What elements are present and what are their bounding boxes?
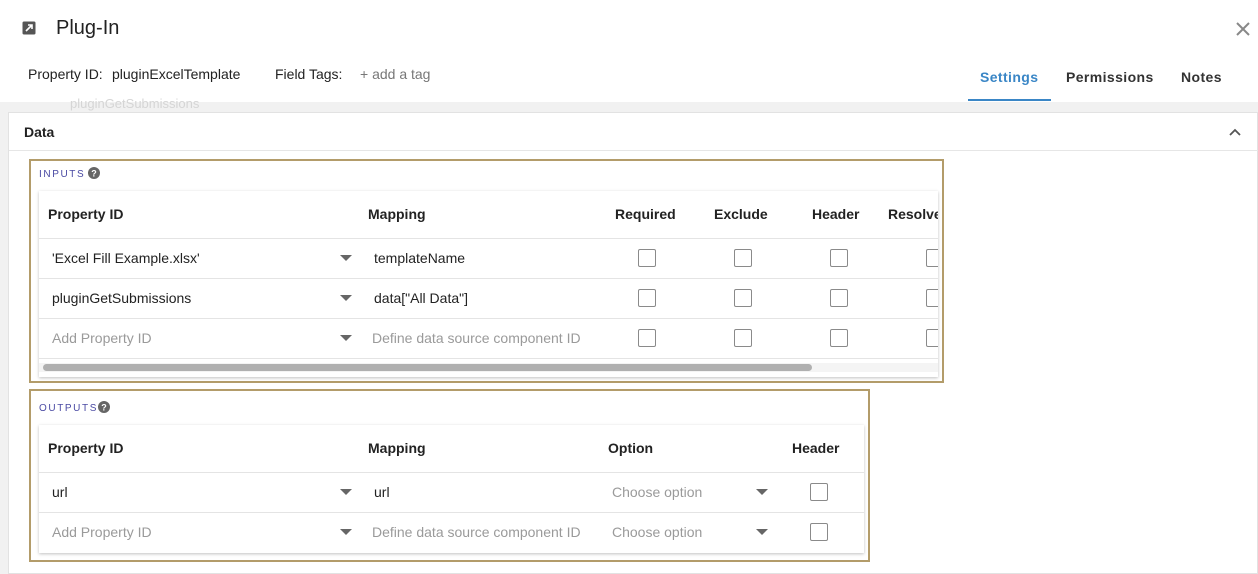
column-header-option: Option bbox=[608, 440, 654, 456]
define-mapping-field[interactable]: Define data source component ID bbox=[372, 330, 581, 346]
close-icon[interactable] bbox=[1234, 20, 1252, 38]
help-icon[interactable]: ? bbox=[88, 167, 100, 179]
output-property-id-field[interactable]: url bbox=[52, 484, 68, 500]
column-header-mapping: Mapping bbox=[368, 440, 426, 456]
column-header-resolve: Resolve bbox=[888, 206, 938, 222]
chevron-down-icon[interactable] bbox=[340, 489, 352, 495]
column-header-property-id: Property ID bbox=[48, 206, 124, 222]
panel-header[interactable]: Data bbox=[9, 113, 1258, 151]
panel-title: Data bbox=[24, 124, 55, 140]
chevron-up-icon[interactable] bbox=[1227, 125, 1243, 139]
add-property-id-field[interactable]: Add Property ID bbox=[52, 330, 152, 346]
header-checkbox[interactable] bbox=[810, 483, 828, 501]
chevron-down-icon[interactable] bbox=[340, 295, 352, 301]
column-header-exclude: Exclude bbox=[714, 206, 768, 222]
inputs-label: INPUTS bbox=[39, 169, 86, 180]
row-divider bbox=[39, 358, 938, 359]
row-divider bbox=[39, 318, 938, 319]
output-mapping-field[interactable]: url bbox=[374, 484, 390, 500]
option-select[interactable]: Choose option bbox=[612, 524, 702, 540]
horizontal-scrollbar[interactable] bbox=[43, 364, 812, 371]
header-checkbox[interactable] bbox=[810, 523, 828, 541]
resolve-checkbox[interactable] bbox=[926, 329, 938, 347]
tab-notes[interactable]: Notes bbox=[1181, 69, 1222, 85]
outputs-label: OUTPUTS bbox=[39, 403, 98, 414]
svg-text:?: ? bbox=[101, 402, 107, 412]
required-checkbox[interactable] bbox=[638, 329, 656, 347]
row-divider bbox=[39, 238, 938, 239]
property-id-value: pluginExcelTemplate bbox=[112, 66, 241, 82]
inputs-table: Property ID Mapping Required Exclude Hea… bbox=[39, 191, 938, 377]
chevron-down-icon[interactable] bbox=[756, 489, 768, 495]
chevron-down-icon[interactable] bbox=[340, 335, 352, 341]
ghost-label: pluginGetSubmissions bbox=[70, 96, 200, 111]
row-divider bbox=[39, 512, 864, 513]
chevron-down-icon[interactable] bbox=[340, 255, 352, 261]
required-checkbox[interactable] bbox=[638, 249, 656, 267]
modal-header: Plug-In Property ID: pluginExcelTemplate… bbox=[0, 0, 1258, 102]
help-icon[interactable]: ? bbox=[98, 401, 110, 413]
outputs-section: OUTPUTS ? Property ID Mapping Option Hea… bbox=[29, 389, 870, 562]
exclude-checkbox[interactable] bbox=[734, 249, 752, 267]
chevron-down-icon[interactable] bbox=[756, 529, 768, 535]
option-select[interactable]: Choose option bbox=[612, 484, 702, 500]
required-checkbox[interactable] bbox=[638, 289, 656, 307]
active-tab-indicator bbox=[968, 99, 1051, 101]
column-header-mapping: Mapping bbox=[368, 206, 426, 222]
input-mapping-field[interactable]: templateName bbox=[374, 250, 465, 266]
outputs-table: Property ID Mapping Option Header url ur… bbox=[39, 425, 864, 553]
column-header-required: Required bbox=[615, 206, 676, 222]
define-mapping-field[interactable]: Define data source component ID bbox=[372, 524, 581, 540]
property-id-label: Property ID: bbox=[28, 66, 103, 82]
page-title: Plug-In bbox=[56, 17, 120, 39]
header-checkbox[interactable] bbox=[830, 249, 848, 267]
chevron-down-icon[interactable] bbox=[340, 529, 352, 535]
column-header-property-id: Property ID bbox=[48, 440, 124, 456]
field-tags-label: Field Tags: bbox=[275, 66, 343, 82]
exclude-checkbox[interactable] bbox=[734, 329, 752, 347]
row-divider bbox=[39, 472, 864, 473]
column-header-header: Header bbox=[812, 206, 860, 222]
add-property-id-field[interactable]: Add Property ID bbox=[52, 524, 152, 540]
tab-permissions[interactable]: Permissions bbox=[1066, 69, 1154, 85]
resolve-checkbox[interactable] bbox=[926, 289, 938, 307]
column-header-header: Header bbox=[792, 440, 840, 456]
input-property-id-field[interactable]: pluginGetSubmissions bbox=[52, 290, 191, 306]
external-link-icon bbox=[22, 21, 36, 35]
exclude-checkbox[interactable] bbox=[734, 289, 752, 307]
input-mapping-field[interactable]: data["All Data"] bbox=[374, 290, 468, 306]
tab-settings[interactable]: Settings bbox=[980, 69, 1038, 85]
add-tag-link[interactable]: + add a tag bbox=[360, 66, 430, 82]
inputs-section: INPUTS ? Property ID Mapping Required Ex… bbox=[29, 159, 944, 383]
input-property-id-field[interactable]: 'Excel Fill Example.xlsx' bbox=[52, 250, 200, 266]
row-divider bbox=[39, 278, 938, 279]
header-checkbox[interactable] bbox=[830, 329, 848, 347]
header-checkbox[interactable] bbox=[830, 289, 848, 307]
resolve-checkbox[interactable] bbox=[926, 249, 938, 267]
svg-text:?: ? bbox=[91, 168, 97, 178]
